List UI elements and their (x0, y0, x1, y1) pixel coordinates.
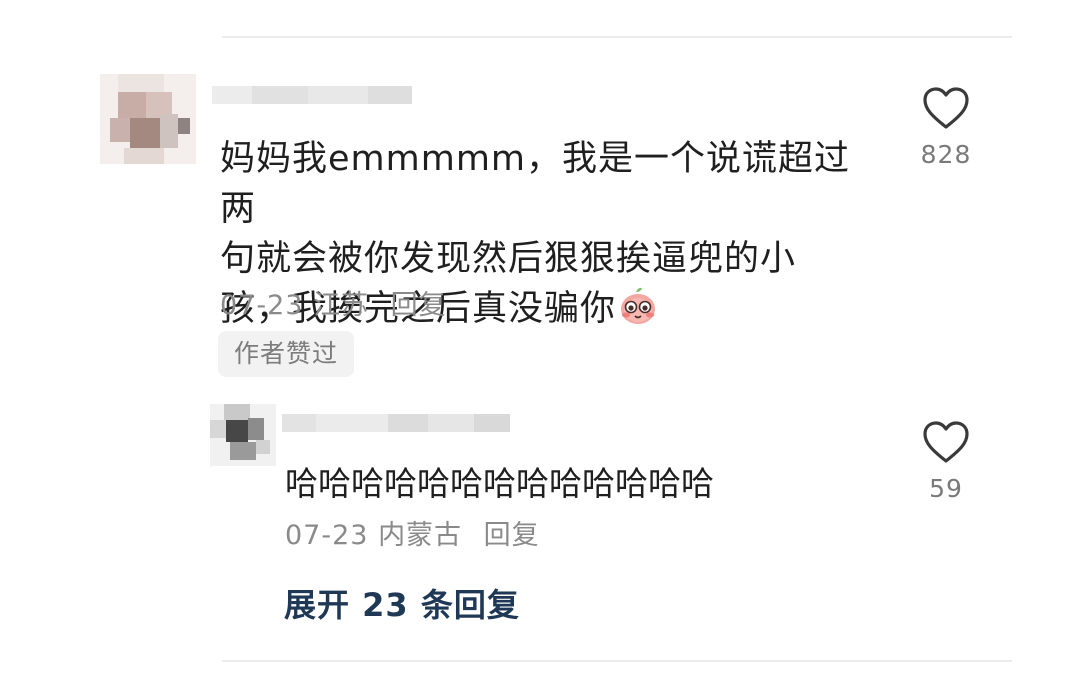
reply-text: 哈哈哈哈哈哈哈哈哈哈哈哈哈 (285, 464, 714, 503)
top-divider (222, 36, 1012, 38)
comment-thread: 妈妈我emmmmm，我是一个说谎超过两 句就会被你发现然后狠狠挨逼兜的小 孩，我… (0, 0, 1080, 693)
comment-text-line: 妈妈我emmmmm，我是一个说谎超过两 (220, 139, 851, 229)
reply-username-blurred[interactable] (282, 408, 522, 438)
reply-meta: 07-23 内蒙古 回复 (285, 513, 540, 552)
reply-location: 内蒙古 (378, 520, 463, 551)
author-liked-badge: 作者赞过 (218, 331, 355, 377)
heart-outline-icon (923, 87, 969, 129)
reply-like-button[interactable]: 59 (906, 420, 986, 503)
reply-reply-button[interactable]: 回复 (484, 520, 540, 551)
expand-replies-button[interactable]: 展开 23 条回复 (284, 580, 520, 626)
reply-like-count: 59 (929, 474, 963, 503)
reply-date: 07-23 (285, 520, 369, 551)
blushing-face-emoji (621, 287, 656, 324)
heart-outline-icon (923, 421, 969, 463)
comment-text-line: 句就会被你发现然后狠狠挨逼兜的小 (220, 239, 797, 279)
bottom-divider (222, 660, 1012, 662)
username-blurred[interactable] (212, 80, 422, 110)
comment-location: 江苏 (313, 290, 370, 321)
avatar[interactable] (100, 74, 196, 164)
reply-avatar[interactable] (210, 404, 276, 466)
comment-meta: 07-23 江苏 回复 (220, 283, 447, 322)
comment-date: 07-23 (220, 290, 304, 321)
reply-button[interactable]: 回复 (391, 290, 447, 321)
like-count: 828 (920, 140, 972, 169)
like-button[interactable]: 828 (906, 86, 986, 169)
